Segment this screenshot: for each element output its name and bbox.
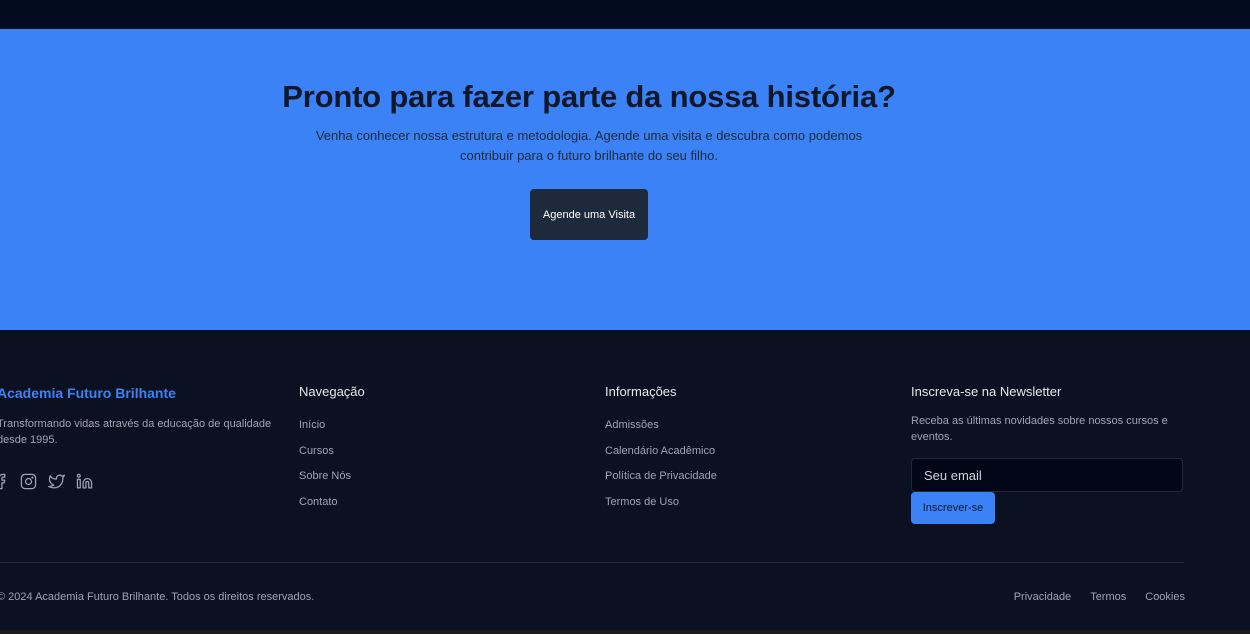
list-item: Cursos xyxy=(299,443,351,469)
footer: Academia Futuro Brilhante Transformando … xyxy=(0,330,1250,634)
info-link-calendario[interactable]: Calendário Acadêmico xyxy=(605,445,715,457)
footer-divider xyxy=(0,562,1184,563)
list-item: Política de Privacidade xyxy=(605,468,717,494)
twitter-icon[interactable] xyxy=(48,473,65,490)
facebook-icon[interactable] xyxy=(0,473,9,490)
legal-links: Privacidade Termos Cookies xyxy=(1014,591,1185,603)
info-link-admissoes[interactable]: Admissões xyxy=(605,419,659,431)
schedule-visit-button[interactable]: Agende uma Visita xyxy=(530,189,648,240)
list-item: Termos de Uso xyxy=(605,494,717,520)
legal-link-termos[interactable]: Termos xyxy=(1090,591,1126,603)
legal-link-privacidade[interactable]: Privacidade xyxy=(1014,591,1071,603)
instagram-icon[interactable] xyxy=(20,473,37,490)
list-item: Início xyxy=(299,417,351,443)
nav-link-inicio[interactable]: Início xyxy=(299,419,325,431)
social-links xyxy=(0,473,93,490)
newsletter-title: Inscreva-se na Newsletter xyxy=(911,384,1062,399)
nav-link-cursos[interactable]: Cursos xyxy=(299,445,334,457)
newsletter-email-input[interactable] xyxy=(911,458,1183,492)
cta-title: Pronto para fazer parte da nossa históri… xyxy=(282,79,896,114)
info-link-termos[interactable]: Termos de Uso xyxy=(605,496,679,508)
linkedin-icon[interactable] xyxy=(76,473,93,490)
list-item: Admissões xyxy=(605,417,717,443)
nav-link-contato[interactable]: Contato xyxy=(299,496,338,508)
nav-link-sobre-nos[interactable]: Sobre Nós xyxy=(299,470,351,482)
newsletter-subscribe-button[interactable]: Inscrever-se xyxy=(911,492,995,524)
info-link-privacidade[interactable]: Política de Privacidade xyxy=(605,470,717,482)
list-item: Calendário Acadêmico xyxy=(605,443,717,469)
cta-section: Pronto para fazer parte da nossa históri… xyxy=(0,29,1250,330)
copyright-text: © 2024 Academia Futuro Brilhante. Todos … xyxy=(0,591,315,603)
footer-brand-name[interactable]: Academia Futuro Brilhante xyxy=(0,385,176,401)
list-item: Contato xyxy=(299,494,351,520)
list-item: Sobre Nós xyxy=(299,468,351,494)
footer-brand-description: Transformando vidas através da educação … xyxy=(0,418,272,446)
navigation-title: Navegação xyxy=(299,384,365,399)
bottom-edge xyxy=(0,630,1250,634)
legal-link-cookies[interactable]: Cookies xyxy=(1145,591,1185,603)
information-title: Informações xyxy=(605,384,677,399)
navigation-links: Início Cursos Sobre Nós Contato xyxy=(299,417,351,519)
information-links: Admissões Calendário Acadêmico Política … xyxy=(605,417,717,519)
top-bar xyxy=(0,0,1250,29)
newsletter-description: Receba as últimas novidades sobre nossos… xyxy=(911,415,1168,443)
cta-description: Venha conhecer nossa estrutura e metodol… xyxy=(315,128,863,163)
